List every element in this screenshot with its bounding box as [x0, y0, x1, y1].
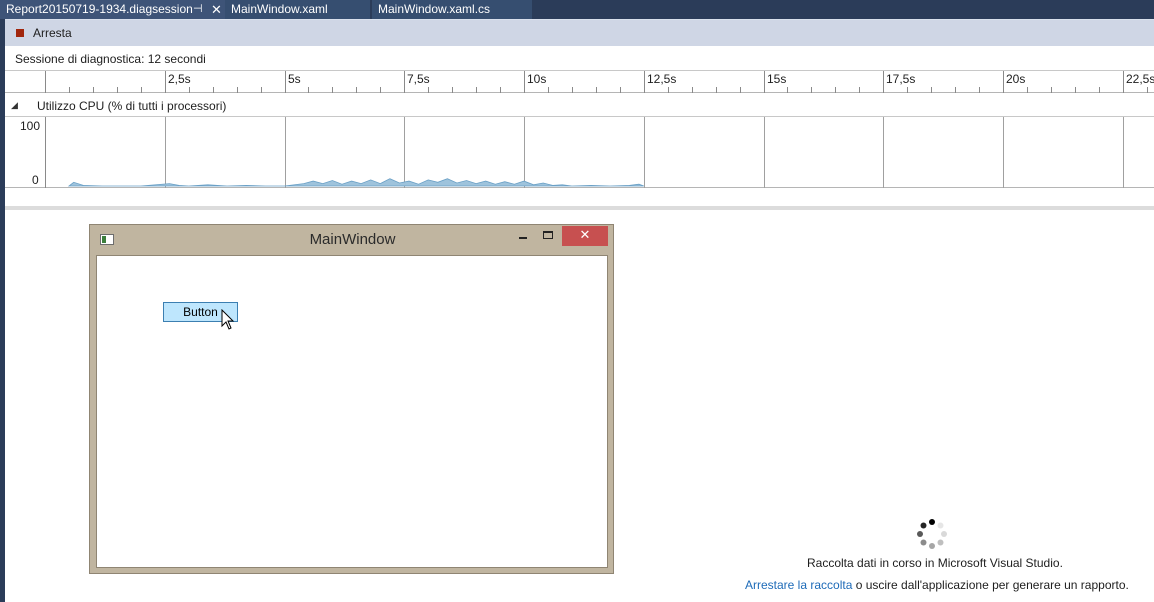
cpu-usage-chart[interactable]: 100 0: [5, 117, 1154, 188]
tab-mainwindow-xaml-cs[interactable]: MainWindow.xaml.cs: [372, 0, 532, 19]
close-icon[interactable]: ✕: [211, 0, 222, 19]
collection-status-message: Raccolta dati in corso in Microsoft Visu…: [807, 556, 1063, 570]
tab-mainwindow-xaml[interactable]: MainWindow.xaml: [225, 0, 370, 19]
cpu-usage-area: [67, 178, 644, 187]
spinner-dot: [929, 519, 935, 525]
cpu-usage-title: Utilizzo CPU (% di tutti i processori): [37, 99, 227, 113]
spinner-dot: [920, 522, 927, 529]
ruler-tick-label: 15s: [767, 72, 786, 86]
spinner-dot: [920, 539, 927, 546]
loading-spinner-icon: [917, 519, 947, 549]
stop-button-label: Arresta: [33, 26, 72, 40]
app-client-area: Button: [96, 255, 608, 568]
collapse-toggle-icon[interactable]: ◢: [11, 100, 18, 111]
ruler-tick-label: 17,5s: [886, 72, 915, 86]
document-tab-strip: Report20150719-1934.diagsession ⊣ ✕ Main…: [0, 0, 1154, 19]
tab-label: Report20150719-1934.diagsession: [6, 2, 193, 16]
maximize-button[interactable]: [535, 226, 562, 246]
app-main-window[interactable]: MainWindow ✕ Button: [89, 224, 614, 574]
minimize-icon: [519, 237, 527, 239]
y-axis-max-label: 100: [20, 119, 41, 133]
ruler-tick-label: 7,5s: [407, 72, 430, 86]
mouse-cursor-icon: [221, 309, 235, 330]
ruler-tick-label: 12,5s: [647, 72, 676, 86]
cpu-usage-header[interactable]: ◢ Utilizzo CPU (% di tutti i processori): [5, 95, 1154, 117]
time-ruler[interactable]: 2,5s 5s 7,5s 10s 12,5s 15s 17,5s 20s 22,5s: [5, 70, 1154, 93]
time-ruler-ticks: 2,5s 5s 7,5s 10s 12,5s 15s 17,5s 20s 22,5s: [45, 71, 1154, 93]
stop-icon: [16, 29, 24, 37]
spinner-dot: [937, 522, 944, 529]
spinner-dot: [937, 539, 944, 546]
maximize-icon: [543, 231, 553, 239]
stop-collection-rest: o uscire dall'applicazione per generare …: [852, 578, 1129, 592]
close-icon: ✕: [579, 227, 591, 242]
tab-label: MainWindow.xaml: [231, 2, 328, 16]
stop-collection-link[interactable]: Arrestare la raccolta: [745, 578, 852, 592]
ruler-tick-label: 10s: [527, 72, 546, 86]
spinner-dot: [917, 531, 923, 537]
stop-collection-button[interactable]: Arresta: [13, 25, 72, 42]
ruler-tick-label: 2,5s: [168, 72, 191, 86]
ruler-tick-label: 5s: [288, 72, 301, 86]
close-window-button[interactable]: ✕: [562, 226, 608, 246]
diagnostics-toolbar: Arresta: [5, 19, 1154, 46]
y-axis-min-label: 0: [32, 173, 39, 187]
tab-diagsession-report[interactable]: Report20150719-1934.diagsession ⊣ ✕: [0, 0, 230, 19]
spinner-dot: [941, 531, 947, 537]
pin-icon[interactable]: ⊣: [193, 0, 203, 19]
cpu-usage-plot: [45, 117, 1124, 188]
session-duration-label: Sessione di diagnostica: 12 secondi: [15, 52, 206, 66]
ruler-tick-label: 22,5s: [1126, 72, 1154, 86]
ruler-tick-label: 20s: [1006, 72, 1025, 86]
tab-label: MainWindow.xaml.cs: [378, 2, 491, 16]
spinner-dot: [929, 543, 935, 549]
diagnostics-session-view: Report20150719-1934.diagsession ⊣ ✕ Main…: [0, 0, 1154, 602]
minimize-button[interactable]: [509, 226, 536, 246]
stop-collection-instructions: Arrestare la raccolta o uscire dall'appl…: [745, 578, 1129, 592]
pane-splitter[interactable]: [5, 206, 1154, 210]
